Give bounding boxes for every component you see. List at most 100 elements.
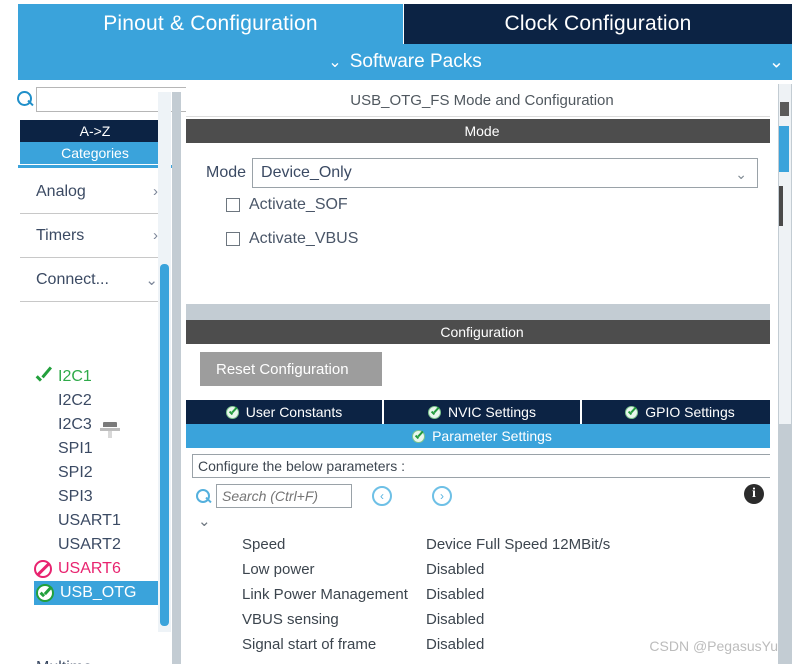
parameter-value: Disabled (426, 586, 485, 603)
parameter-value: Disabled (426, 611, 485, 628)
configure-hint-bar: Configure the below parameters : (192, 454, 772, 478)
peripheral-spi3-label: SPI3 (58, 488, 93, 505)
search-icon (14, 88, 36, 110)
configuration-section-body: Reset Configuration User Constants NVIC … (186, 344, 778, 664)
checkbox-activate-sof[interactable]: Activate_SOF (226, 196, 348, 214)
sidebar-search-row (14, 86, 232, 112)
mode-select-dropdown[interactable]: Device_Only ⌄ (252, 158, 758, 188)
panel-vertical-scrollbar-thumb[interactable] (779, 126, 789, 172)
mode-row: Mode Device_Only ⌄ (206, 158, 758, 188)
tab-user-constants[interactable]: User Constants (186, 400, 384, 424)
reset-configuration-label: Reset Configuration (216, 360, 349, 378)
mode-section-body: Mode Device_Only ⌄ Activate_SOF Activate… (186, 143, 778, 303)
chevron-right-icon: › (153, 660, 158, 664)
table-row[interactable]: Low power Disabled (186, 557, 778, 582)
configure-hint-label: Configure the below parameters : (198, 458, 405, 474)
parameter-name: Signal start of frame (242, 636, 377, 653)
parameter-toolbar: ‹ › i (192, 482, 772, 512)
peripheral-usb-otg-label: USB_OTG (60, 584, 137, 601)
section-gap-band (186, 304, 778, 320)
parameter-name: Low power (242, 561, 315, 578)
category-item-timers[interactable]: Timers › (20, 214, 170, 258)
parameter-search-input[interactable] (216, 484, 352, 508)
scroll-up-arrow-icon[interactable] (780, 88, 789, 97)
table-row[interactable]: VBUS sensing Disabled (186, 607, 778, 632)
panel-title-label: USB_OTG_FS Mode and Configuration (350, 91, 614, 109)
tab-pinout-label: Pinout & Configuration (103, 12, 318, 35)
green-check-badge-icon (625, 405, 639, 419)
scroll-down-arrow-icon[interactable] (780, 102, 789, 116)
panel-title: USB_OTG_FS Mode and Configuration (186, 84, 778, 117)
checkbox-box-icon (226, 198, 240, 212)
peripheral-i2c1-label: I2C1 (58, 368, 92, 385)
table-row[interactable]: Link Power Management Disabled (186, 582, 778, 607)
category-item-multimedia[interactable]: Multime... › (20, 646, 170, 664)
tab-clock-configuration[interactable]: Clock Configuration (404, 4, 792, 44)
chevron-down-icon: ⌄ (328, 54, 342, 71)
mode-select-value: Device_Only (261, 164, 352, 181)
watermark: CSDN @PegasusYu (649, 638, 778, 654)
checkbox-activate-vbus-label: Activate_VBUS (249, 230, 359, 247)
green-check-badge-icon (428, 405, 442, 419)
configuration-panel: USB_OTG_FS Mode and Configuration Mode M… (186, 84, 778, 664)
peripheral-item-usb-otg[interactable]: USB_OTG (34, 581, 165, 605)
sidebar-vertical-scroll-thumb[interactable] (160, 264, 169, 626)
top-tab-bar: Pinout & Configuration Clock Configurati… (0, 0, 792, 44)
peripheral-usart1-label: USART1 (58, 512, 121, 529)
tab-nvic-settings[interactable]: NVIC Settings (384, 400, 582, 424)
category-item-analog[interactable]: Analog › (20, 170, 170, 214)
configuration-tabs-row: User Constants NVIC Settings GPIO Settin… (186, 400, 778, 424)
tab-nvic-settings-label: NVIC Settings (448, 404, 536, 420)
mode-field-label: Mode (206, 164, 247, 181)
parameter-value: Device Full Speed 12MBit/s (426, 536, 611, 553)
category-timers-label: Timers (36, 226, 85, 244)
nav-forward-icon[interactable]: › (432, 486, 452, 506)
app-window: Pinout & Configuration Clock Configurati… (0, 0, 792, 664)
panel-right-edge (770, 84, 778, 664)
peripheral-i2c3-label: I2C3 (58, 416, 92, 433)
category-item-connectivity[interactable]: Connect... ⌄ (20, 258, 170, 302)
tab-clock-label: Clock Configuration (504, 12, 692, 35)
peripheral-spi2-label: SPI2 (58, 464, 93, 481)
nav-back-icon[interactable]: ‹ (372, 486, 392, 506)
category-multimedia-label: Multime... (36, 659, 105, 664)
tab-parameter-settings[interactable]: Parameter Settings (186, 424, 778, 448)
peripheral-i2c2-label: I2C2 (58, 392, 92, 409)
tab-gpio-settings-label: GPIO Settings (645, 404, 735, 420)
reset-configuration-button[interactable]: Reset Configuration (200, 352, 382, 386)
parameter-name: VBUS sensing (242, 611, 339, 628)
mode-section-header-label: Mode (464, 123, 500, 139)
no-entry-icon (34, 560, 52, 578)
parameter-value: Disabled (426, 561, 485, 578)
sidebar-segment-underline (18, 165, 172, 168)
sidebar-segment-az[interactable]: A->Z (20, 120, 170, 142)
category-analog-label: Analog (36, 182, 86, 200)
sidebar-segment-az-label: A->Z (79, 123, 111, 139)
table-row[interactable]: Speed Device Full Speed 12MBit/s (186, 532, 778, 557)
peripheral-usart2-label: USART2 (58, 536, 121, 553)
info-icon[interactable]: i (744, 484, 764, 504)
green-check-badge-icon (225, 405, 239, 419)
tab-gpio-settings[interactable]: GPIO Settings (582, 400, 778, 424)
mode-section-header: Mode (186, 119, 778, 143)
peripheral-spi1-label: SPI1 (58, 440, 93, 457)
configuration-section-header: Configuration (186, 320, 778, 344)
tab-pinout-configuration[interactable]: Pinout & Configuration (18, 4, 403, 44)
checkbox-activate-vbus[interactable]: Activate_VBUS (226, 230, 358, 248)
configuration-section-header-label: Configuration (440, 324, 524, 340)
green-check-circle-icon (36, 584, 54, 602)
panel-inner-scrollbar-thumb[interactable] (779, 186, 783, 226)
parameter-name: Speed (242, 536, 286, 553)
green-check-icon (34, 368, 54, 386)
tab-parameter-settings-label: Parameter Settings (432, 428, 552, 444)
peripheral-usart6-label: USART6 (58, 560, 121, 577)
checkbox-activate-sof-label: Activate_SOF (249, 196, 348, 213)
chevron-down-icon: ⌄ (145, 271, 158, 289)
sidebar-panel-divider (172, 92, 181, 664)
software-packs-bar[interactable]: ⌄ Software Packs ⌄ (18, 44, 792, 80)
sidebar-segment-categories[interactable]: Categories (20, 142, 170, 164)
sidebar-segment-categories-label: Categories (61, 145, 129, 161)
category-connectivity-label: Connect... (36, 270, 109, 288)
checkbox-box-icon (226, 232, 240, 246)
parameter-group-collapse-icon[interactable]: ⌄ (198, 512, 211, 530)
